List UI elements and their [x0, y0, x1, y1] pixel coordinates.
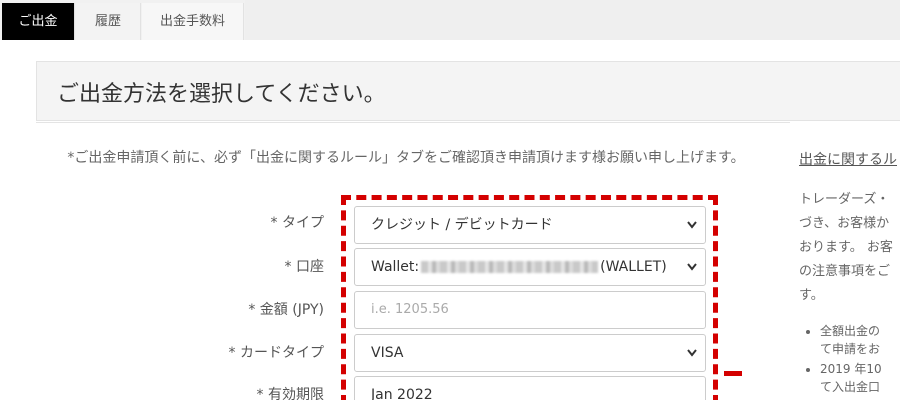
rules-line: づき、お客様か	[799, 216, 890, 231]
withdrawal-notice: *ご出金申請頂く前に、必ず「出金に関するルール」タブをご確認頂き申請頂けます様お…	[67, 150, 745, 166]
tab-withdrawal[interactable]: ご出金	[2, 3, 75, 40]
tab-withdrawal-fees[interactable]: 出金手数料	[142, 3, 244, 40]
chevron-down-icon	[687, 349, 697, 357]
card-type-value: VISA	[371, 345, 404, 361]
masked-account-id	[421, 261, 599, 273]
rules-line: トレーダーズ・	[799, 192, 890, 207]
page-title: ご出金方法を選択してください。	[57, 82, 386, 107]
chevron-down-icon	[687, 263, 697, 271]
divider	[36, 122, 790, 123]
heading-panel: ご出金方法を選択してください。	[36, 61, 900, 121]
type-label: * タイプ	[270, 215, 324, 231]
list-item: 全額出金のて申請をお	[820, 322, 900, 358]
rules-paragraph: トレーダーズ・ づき、お客様か おります。 お客 の注意事項をご す。	[799, 188, 900, 308]
tab-history[interactable]: 履歴	[76, 3, 141, 40]
account-label: * 口座	[284, 259, 324, 275]
rules-link[interactable]: 出金に関するル	[799, 149, 897, 169]
rules-line: おります。 お客	[799, 240, 893, 255]
list-item: 2019 年10て入出金口	[820, 360, 900, 396]
expiry-label: * 有効期限	[256, 387, 324, 400]
tab-bar: ご出金 履歴 出金手数料	[0, 0, 900, 40]
highlight-dash-segment	[724, 371, 742, 376]
tab-bar-filler	[245, 0, 900, 40]
account-suffix: (WALLET)	[600, 259, 667, 275]
rules-line: の注意事項をご	[799, 264, 891, 279]
rules-list: 全額出金のて申請をお 2019 年10て入出金口	[806, 322, 900, 398]
card-type-label: * カードタイプ	[228, 345, 324, 361]
amount-input[interactable]: i.e. 1205.56	[354, 291, 706, 329]
card-type-select[interactable]: VISA	[354, 334, 706, 372]
rules-line: す。	[799, 288, 824, 303]
amount-label: * 金額 (JPY)	[248, 302, 324, 318]
expiry-value: Jan 2022	[371, 387, 433, 400]
account-prefix: Wallet:	[371, 259, 420, 275]
type-select[interactable]: クレジット / デビットカード	[354, 206, 706, 244]
account-select[interactable]: Wallet: (WALLET)	[354, 248, 706, 286]
type-select-value: クレジット / デビットカード	[371, 217, 553, 233]
expiry-select[interactable]: Jan 2022	[354, 376, 706, 400]
chevron-down-icon	[687, 221, 697, 229]
main-content: ご出金方法を選択してください。 *ご出金申請頂く前に、必ず「出金に関するルール」…	[0, 40, 900, 400]
